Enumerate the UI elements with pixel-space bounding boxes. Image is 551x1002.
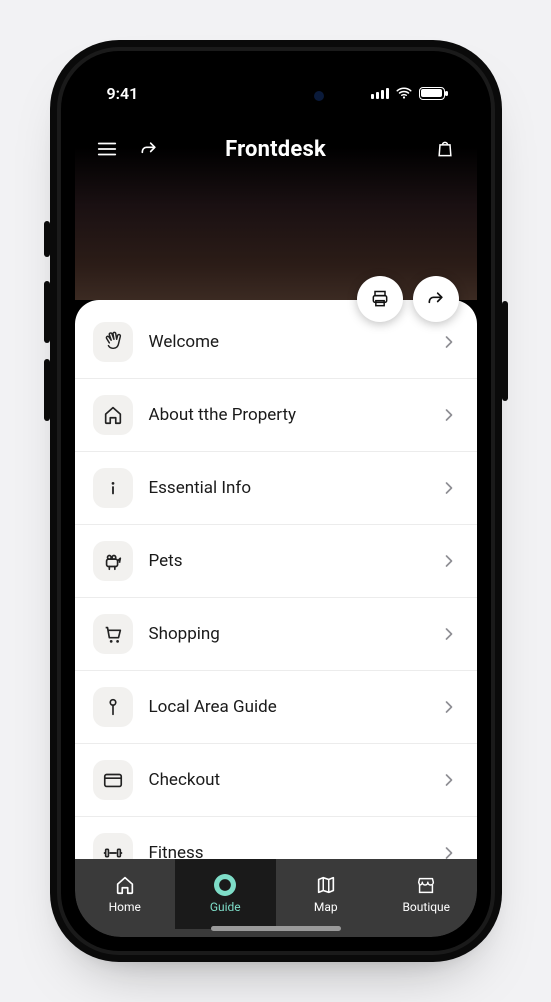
bag-button[interactable] bbox=[431, 135, 459, 163]
list-item-label: Shopping bbox=[149, 624, 423, 644]
phone-mockup: 9:41 Frontdesk bbox=[61, 51, 491, 951]
menu-icon bbox=[96, 138, 118, 160]
menu-button[interactable] bbox=[93, 135, 121, 163]
chevron-right-icon bbox=[439, 332, 459, 352]
wave-icon bbox=[93, 322, 133, 362]
shopping-bag-icon bbox=[435, 139, 455, 159]
print-button[interactable] bbox=[357, 276, 403, 322]
list-item-checkout[interactable]: Checkout bbox=[75, 744, 477, 817]
dynamic-island bbox=[216, 79, 336, 113]
list-item-about-property[interactable]: About tthe Property bbox=[75, 379, 477, 452]
list-item-label: Essential Info bbox=[149, 478, 423, 498]
list-item-label: Welcome bbox=[149, 332, 423, 352]
card-icon bbox=[93, 760, 133, 800]
side-button bbox=[44, 221, 50, 257]
printer-icon bbox=[370, 289, 390, 309]
list-item-label: Local Area Guide bbox=[149, 697, 423, 717]
pet-icon bbox=[93, 541, 133, 581]
tab-guide[interactable]: Guide bbox=[175, 859, 276, 929]
list-item-label: Checkout bbox=[149, 770, 423, 790]
screen: 9:41 Frontdesk bbox=[75, 65, 477, 937]
status-time: 9:41 bbox=[107, 84, 139, 103]
app-bar: Frontdesk bbox=[75, 129, 477, 169]
side-button bbox=[44, 359, 50, 421]
list-item-label: Pets bbox=[149, 551, 423, 571]
tab-label: Home bbox=[109, 900, 141, 914]
list-item-pets[interactable]: Pets bbox=[75, 525, 477, 598]
hero-share-button[interactable] bbox=[413, 276, 459, 322]
tab-boutique[interactable]: Boutique bbox=[376, 859, 477, 929]
list-item-shopping[interactable]: Shopping bbox=[75, 598, 477, 671]
info-icon bbox=[93, 468, 133, 508]
chevron-right-icon bbox=[439, 697, 459, 717]
side-button bbox=[502, 301, 508, 401]
battery-icon bbox=[419, 87, 445, 100]
chevron-right-icon bbox=[439, 551, 459, 571]
home-indicator[interactable] bbox=[211, 926, 341, 931]
tab-label: Guide bbox=[210, 900, 241, 914]
map-tab-icon bbox=[315, 874, 337, 896]
list-item-essential-info[interactable]: Essential Info bbox=[75, 452, 477, 525]
chevron-right-icon bbox=[439, 405, 459, 425]
share-icon bbox=[426, 289, 446, 309]
home-tab-icon bbox=[114, 874, 136, 896]
tab-label: Boutique bbox=[402, 900, 450, 914]
share-icon bbox=[139, 139, 159, 159]
tab-label: Map bbox=[314, 900, 338, 914]
chevron-right-icon bbox=[439, 478, 459, 498]
wifi-icon bbox=[395, 84, 413, 102]
cellular-icon bbox=[371, 87, 389, 99]
cart-icon bbox=[93, 614, 133, 654]
chevron-right-icon bbox=[439, 770, 459, 790]
boutique-tab-icon bbox=[415, 874, 437, 896]
share-button[interactable] bbox=[135, 135, 163, 163]
side-button bbox=[44, 281, 50, 343]
info-tab-icon bbox=[214, 874, 236, 896]
home-icon bbox=[93, 395, 133, 435]
guide-list: Welcome About tthe Property Essential In… bbox=[75, 300, 477, 867]
tab-home[interactable]: Home bbox=[75, 859, 176, 929]
chevron-right-icon bbox=[439, 624, 459, 644]
list-item-label: About tthe Property bbox=[149, 405, 423, 425]
content-sheet: Welcome About tthe Property Essential In… bbox=[75, 300, 477, 867]
tab-map[interactable]: Map bbox=[276, 859, 377, 929]
list-item-local-area[interactable]: Local Area Guide bbox=[75, 671, 477, 744]
pin-icon bbox=[93, 687, 133, 727]
